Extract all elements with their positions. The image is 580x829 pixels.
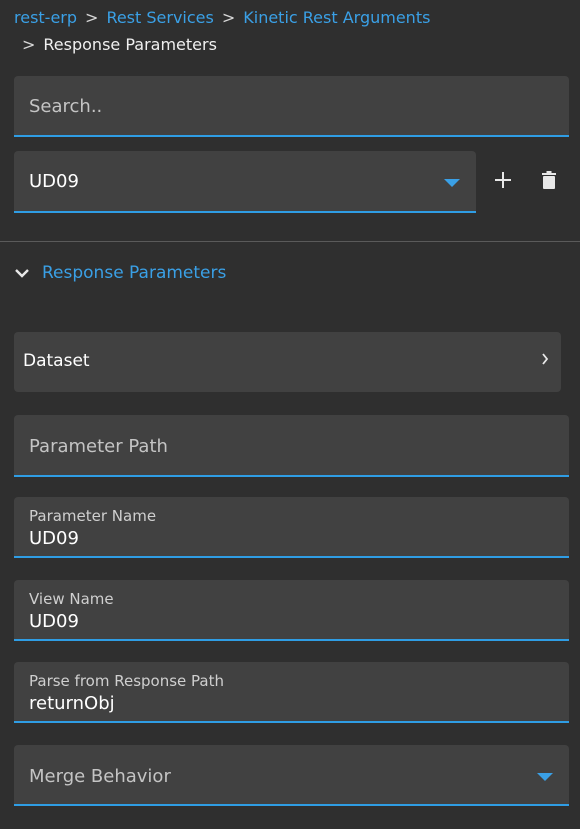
delete-button[interactable] xyxy=(535,166,563,194)
chevron-right-icon xyxy=(542,353,549,365)
breadcrumb-separator: > xyxy=(85,8,99,27)
parse-path-label: Parse from Response Path xyxy=(29,672,224,690)
parse-path-field[interactable]: Parse from Response Path returnObj xyxy=(14,662,569,723)
divider xyxy=(0,241,580,242)
view-name-value: UD09 xyxy=(29,611,79,632)
parameter-path-placeholder: Parameter Path xyxy=(29,436,168,457)
breadcrumb-link-rest-erp[interactable]: rest-erp xyxy=(14,8,77,27)
breadcrumb-link-kinetic-rest-arguments[interactable]: Kinetic Rest Arguments xyxy=(243,8,430,27)
parameter-name-value: UD09 xyxy=(29,528,79,549)
breadcrumb: rest-erp > Rest Services > Kinetic Rest Argu… xyxy=(14,8,430,55)
breadcrumb-separator: > xyxy=(221,8,236,27)
trash-icon xyxy=(542,171,556,189)
breadcrumb-separator: > xyxy=(22,35,36,54)
section-title: Response Parameters xyxy=(42,263,227,283)
view-name-field[interactable]: View Name UD09 xyxy=(14,580,569,641)
merge-behavior-select[interactable]: Merge Behavior xyxy=(14,745,569,806)
view-name-label: View Name xyxy=(29,590,114,608)
search-placeholder: Search.. xyxy=(29,96,103,117)
add-button[interactable] xyxy=(489,166,517,194)
parameter-name-label: Parameter Name xyxy=(29,507,157,525)
parse-path-value: returnObj xyxy=(29,693,115,714)
parameter-name-field[interactable]: Parameter Name UD09 xyxy=(14,497,569,558)
search-input[interactable]: Search.. xyxy=(14,76,569,137)
breadcrumb-link-rest-services[interactable]: Rest Services xyxy=(106,8,213,27)
plus-icon xyxy=(495,172,511,188)
chevron-down-icon xyxy=(15,269,29,278)
response-parameters-toggle[interactable]: Response Parameters xyxy=(14,261,226,285)
dataset-nav-item[interactable]: Dataset xyxy=(14,332,561,392)
merge-behavior-placeholder: Merge Behavior xyxy=(29,766,171,787)
record-select[interactable]: UD09 xyxy=(14,151,476,213)
breadcrumb-current: Response Parameters xyxy=(43,35,217,54)
caret-down-icon xyxy=(537,773,553,781)
caret-down-icon xyxy=(444,179,460,187)
record-select-value: UD09 xyxy=(29,171,79,192)
parameter-path-field[interactable]: Parameter Path xyxy=(14,415,569,477)
dataset-label: Dataset xyxy=(23,351,90,371)
